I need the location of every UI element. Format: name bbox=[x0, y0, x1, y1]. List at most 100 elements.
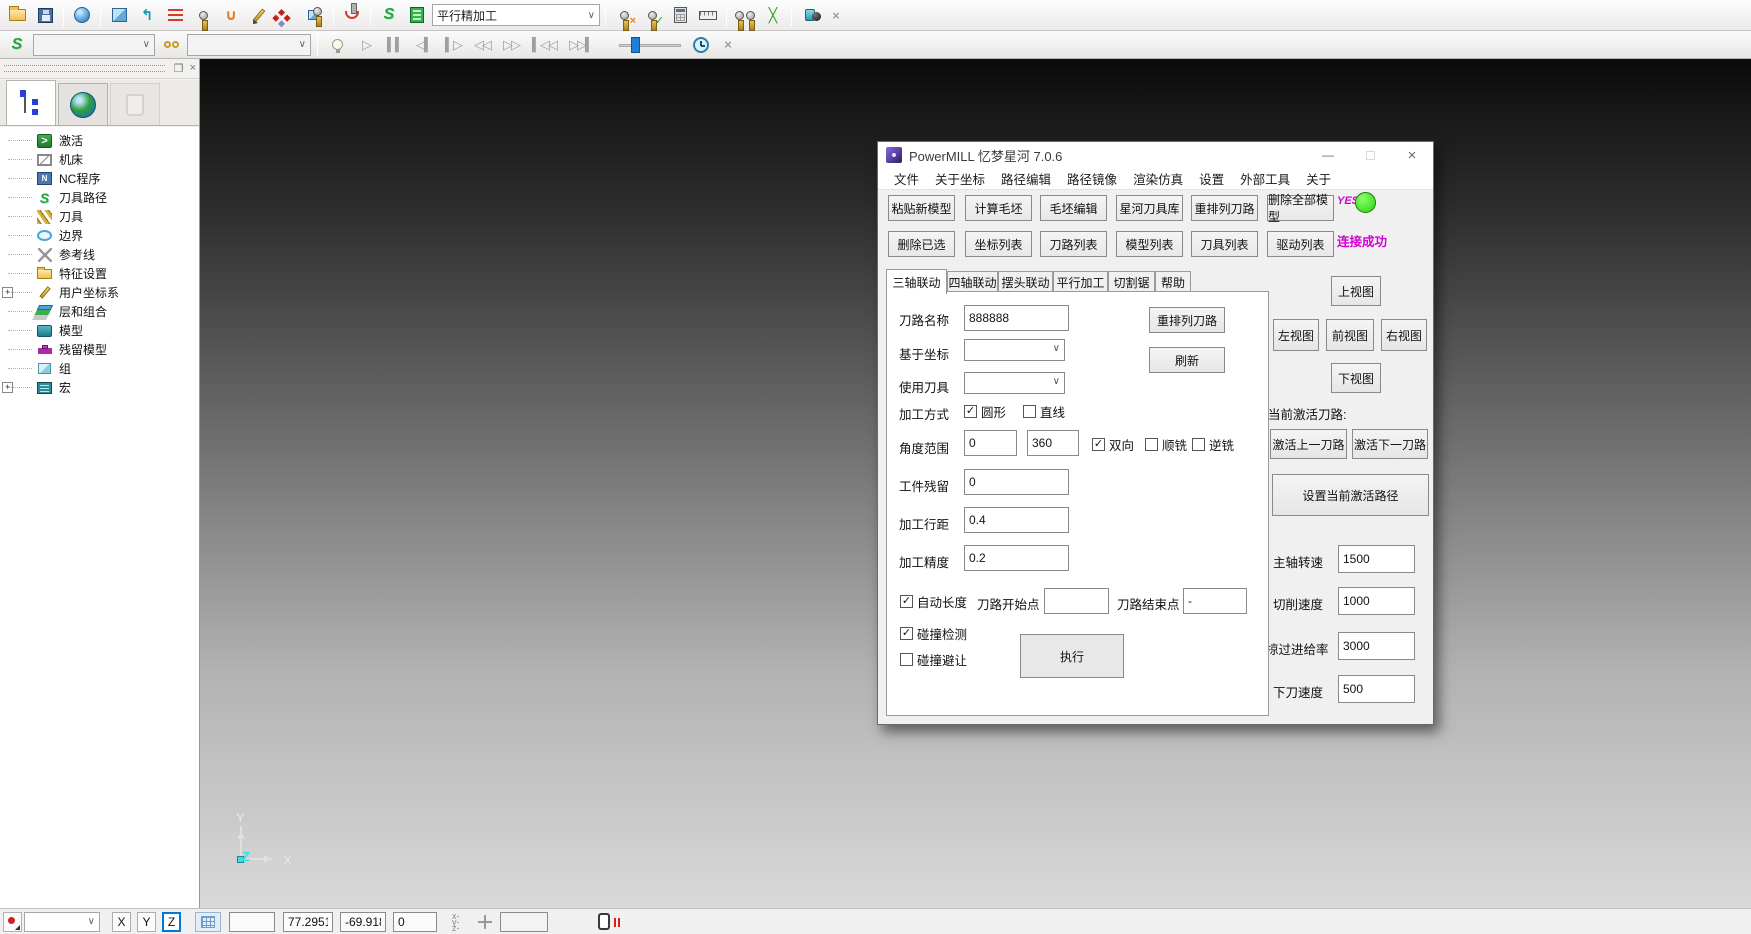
tree-item-groups[interactable]: 组 bbox=[0, 359, 199, 378]
menu-path-mirror[interactable]: 路径镜像 bbox=[1059, 169, 1125, 188]
spindle-speed-input[interactable] bbox=[1338, 545, 1415, 573]
tool-combo[interactable]: ∨ bbox=[964, 372, 1065, 394]
skim-feed-input[interactable] bbox=[1338, 632, 1415, 660]
calculator-icon[interactable] bbox=[667, 2, 693, 28]
tab-help[interactable]: 帮助 bbox=[1155, 271, 1191, 293]
climb-mill-checkbox[interactable]: 顺铣 bbox=[1145, 435, 1187, 454]
tree-item-stock-models[interactable]: 残留模型 bbox=[0, 340, 199, 359]
tree-item-models[interactable]: 模型 bbox=[0, 321, 199, 340]
grid-size-input[interactable] bbox=[229, 912, 275, 932]
tab-explorer-web[interactable] bbox=[58, 83, 108, 125]
minimize-button[interactable]: — bbox=[1307, 142, 1349, 168]
tolerance-field[interactable] bbox=[500, 912, 548, 932]
auto-length-checkbox[interactable]: ✓自动长度 bbox=[900, 592, 967, 611]
viewmill-icon[interactable] bbox=[797, 2, 823, 28]
delete-selected-button[interactable]: 删除已选 bbox=[888, 231, 955, 257]
execute-button[interactable]: 执行 bbox=[1020, 634, 1124, 678]
go-to-end-icon[interactable]: ▷▷▍ bbox=[564, 32, 598, 58]
tab-explorer-tree[interactable] bbox=[6, 80, 56, 125]
rearrange-toolpaths-button[interactable]: 重排列刀路 bbox=[1191, 195, 1258, 221]
transform-icon[interactable]: ╳ bbox=[760, 2, 786, 28]
tab-4axis[interactable]: 四轴联动 bbox=[947, 271, 998, 293]
conventional-mill-checkbox[interactable]: 逆铣 bbox=[1192, 435, 1234, 454]
menu-coords[interactable]: 关于坐标 bbox=[927, 169, 993, 188]
cutting-speed-input[interactable] bbox=[1338, 587, 1415, 615]
tree-item-toolpaths[interactable]: S刀具路径 bbox=[0, 188, 199, 207]
calc-stock-button[interactable]: 计算毛坯 bbox=[965, 195, 1032, 221]
active-toolpath-combo[interactable]: 平行精加工 ∨ bbox=[432, 4, 600, 26]
collision-avoid-checkbox[interactable]: 碰撞避让 bbox=[900, 650, 967, 669]
tree-item-patterns[interactable]: 参考线 bbox=[0, 245, 199, 264]
stepover-input[interactable] bbox=[964, 507, 1069, 533]
set-active-path-button[interactable]: 设置当前激活路径 bbox=[1272, 474, 1429, 516]
play-icon[interactable]: ▷ bbox=[353, 32, 379, 58]
line-checkbox[interactable]: 直线 bbox=[1023, 402, 1065, 421]
coord-y-field[interactable] bbox=[340, 912, 386, 932]
coord-list-button[interactable]: 坐标列表 bbox=[965, 231, 1032, 257]
tree-item-feature-sets[interactable]: 特征设置 bbox=[0, 264, 199, 283]
menu-settings[interactable]: 设置 bbox=[1191, 169, 1232, 188]
sim-tool-combo[interactable]: ∨ bbox=[187, 34, 311, 56]
plunge-speed-input[interactable] bbox=[1338, 675, 1415, 703]
menu-file[interactable]: 文件 bbox=[886, 169, 927, 188]
step-forward-icon[interactable]: ▍▷ bbox=[440, 32, 466, 58]
clock-icon[interactable] bbox=[688, 32, 714, 58]
simulation-tool-icon[interactable] bbox=[339, 2, 365, 28]
fast-forward-icon[interactable]: ▷▷ bbox=[498, 32, 524, 58]
tab-explorer-recycle[interactable] bbox=[110, 83, 160, 125]
bidirectional-checkbox[interactable]: ✓双向 bbox=[1092, 435, 1134, 454]
view-front-button[interactable]: 前视图 bbox=[1326, 319, 1374, 351]
toolpath-connect-icon[interactable]: ↰ bbox=[134, 2, 160, 28]
tab-swivel[interactable]: 摆头联动 bbox=[998, 271, 1053, 293]
tree-item-tools[interactable]: 刀具 bbox=[0, 207, 199, 226]
start-point-input[interactable] bbox=[1044, 588, 1109, 614]
view-right-button[interactable]: 右视图 bbox=[1381, 319, 1427, 351]
view-top-button[interactable]: 上视图 bbox=[1331, 276, 1381, 306]
sim-toolpath-combo[interactable]: ∨ bbox=[33, 34, 155, 56]
coord-z-field[interactable] bbox=[393, 912, 437, 932]
sim-tool-icon[interactable] bbox=[158, 32, 184, 58]
pause-icon[interactable]: ▍▍ bbox=[382, 32, 408, 58]
menu-path-edit[interactable]: 路径编辑 bbox=[993, 169, 1059, 188]
tree-item-workplanes[interactable]: +用户坐标系 bbox=[0, 283, 199, 302]
tool-library-button[interactable]: 星河刀具库 bbox=[1116, 195, 1183, 221]
sim-toolbar-close-icon[interactable]: × bbox=[717, 34, 739, 56]
angle-to-input[interactable] bbox=[1027, 430, 1079, 456]
pattern-pencil-icon[interactable] bbox=[246, 2, 272, 28]
toolpath-name-input[interactable] bbox=[964, 305, 1069, 331]
view-bottom-button[interactable]: 下视图 bbox=[1331, 363, 1381, 393]
lightbulb-icon[interactable] bbox=[324, 32, 350, 58]
coord-combo[interactable]: ∨ bbox=[964, 339, 1065, 361]
tab-saw[interactable]: 切割锯 bbox=[1108, 271, 1155, 293]
axis-y-button[interactable]: Y bbox=[137, 912, 156, 932]
speed-slider[interactable] bbox=[615, 32, 685, 58]
angle-from-input[interactable] bbox=[964, 430, 1017, 456]
restore-panel-icon[interactable]: ❐ bbox=[174, 62, 184, 75]
tool-list-button[interactable]: 刀具列表 bbox=[1191, 231, 1258, 257]
open-project-icon[interactable] bbox=[4, 2, 30, 28]
circle-checkbox[interactable]: ✓圆形 bbox=[964, 402, 1006, 421]
rewind-icon[interactable]: ◁◁ bbox=[469, 32, 495, 58]
block-stock-icon[interactable] bbox=[69, 2, 95, 28]
maximize-button[interactable] bbox=[1349, 142, 1391, 168]
coord-x-field[interactable] bbox=[283, 912, 333, 932]
drive-list-button[interactable]: 驱动列表 bbox=[1267, 231, 1334, 257]
step-back-icon[interactable]: ◁▍ bbox=[411, 32, 437, 58]
menu-external-tools[interactable]: 外部工具 bbox=[1232, 169, 1298, 188]
measure-ruler-icon[interactable] bbox=[695, 2, 721, 28]
powermill-toolpath-icon[interactable]: S bbox=[4, 32, 30, 58]
activate-prev-toolpath-button[interactable]: 激活上一刀路 bbox=[1270, 429, 1347, 459]
collision-check-checkbox[interactable]: ✓碰撞检测 bbox=[900, 624, 967, 643]
stock-edit-button[interactable]: 毛坯编辑 bbox=[1040, 195, 1107, 221]
crosshair-icon[interactable] bbox=[478, 915, 492, 929]
tool-model-icon[interactable] bbox=[302, 2, 328, 28]
delete-toolpath-icon[interactable] bbox=[611, 2, 637, 28]
tab-3axis[interactable]: 三轴联动 bbox=[886, 269, 947, 294]
axis-z-button[interactable]: Z bbox=[162, 912, 181, 932]
workplane-combo[interactable]: ∨ bbox=[24, 912, 100, 932]
toolpath-list-icon[interactable] bbox=[404, 2, 430, 28]
tree-item-nc-program[interactable]: NNC程序 bbox=[0, 169, 199, 188]
menu-about[interactable]: 关于 bbox=[1298, 169, 1339, 188]
activate-next-toolpath-button[interactable]: 激活下一刀路 bbox=[1352, 429, 1428, 459]
menu-render-sim[interactable]: 渲染仿真 bbox=[1125, 169, 1191, 188]
